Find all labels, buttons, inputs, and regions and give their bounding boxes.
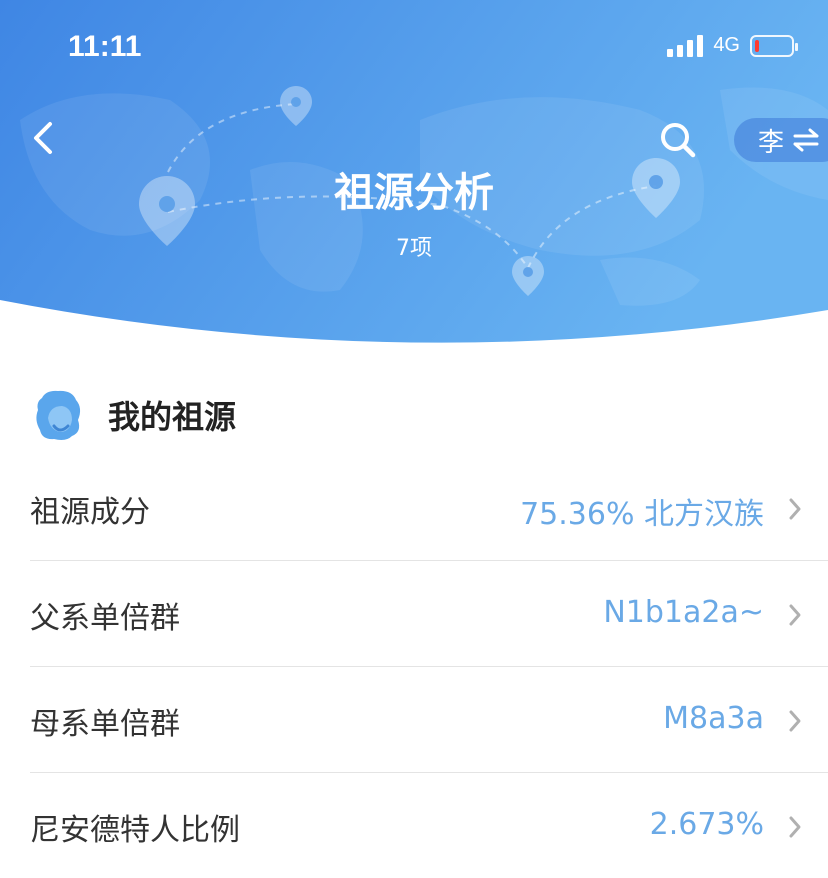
chevron-right-icon <box>789 498 801 520</box>
ancestry-list: 祖源成分 75.36% 北方汉族 父系单倍群 N1b1a2a~ 母系单倍群 M8… <box>0 455 828 878</box>
battery-level <box>755 39 759 52</box>
row-label: 尼安德特人比例 <box>30 813 240 848</box>
surname-label: 李 <box>758 127 785 158</box>
list-row-ancestry-composition[interactable]: 祖源成分 75.36% 北方汉族 <box>30 455 828 561</box>
chevron-left-icon <box>34 122 52 154</box>
list-row-maternal-haplogroup[interactable]: 母系单倍群 M8a3a <box>30 667 828 773</box>
header-banner: 11:11 4G 李 祖源分析 7项 <box>0 0 828 350</box>
chevron-right-icon <box>789 710 801 732</box>
search-button[interactable] <box>656 118 700 162</box>
battery-icon <box>750 34 798 57</box>
status-indicators: 4G <box>667 34 798 57</box>
list-row-paternal-haplogroup[interactable]: 父系单倍群 N1b1a2a~ <box>30 561 828 667</box>
section-header: 我的祖源 <box>34 388 236 442</box>
row-label: 父系单倍群 <box>30 601 180 636</box>
network-type: 4G <box>713 34 740 56</box>
list-row-neanderthal-ratio[interactable]: 尼安德特人比例 2.673% <box>30 773 828 878</box>
row-value: 75.36% 北方汉族 <box>520 497 764 532</box>
signal-icon <box>667 34 704 57</box>
row-label: 母系单倍群 <box>30 707 180 742</box>
section-title: 我的祖源 <box>108 398 237 436</box>
person-silhouette-icon <box>36 390 81 440</box>
row-label: 祖源成分 <box>30 495 150 530</box>
row-value: M8a3a <box>663 701 764 736</box>
page-title: 祖源分析 <box>334 170 494 216</box>
surname-switch-button[interactable]: 李 <box>734 118 828 162</box>
chevron-right-icon <box>789 604 801 626</box>
back-button[interactable] <box>24 116 68 160</box>
row-value: 2.673% <box>649 807 764 842</box>
status-time: 11:11 <box>68 30 142 63</box>
page-subtitle: 7项 <box>396 236 432 261</box>
chevron-right-icon <box>789 816 801 838</box>
row-value: N1b1a2a~ <box>603 595 764 630</box>
swap-arrows-icon <box>793 128 819 152</box>
search-icon <box>661 123 696 158</box>
